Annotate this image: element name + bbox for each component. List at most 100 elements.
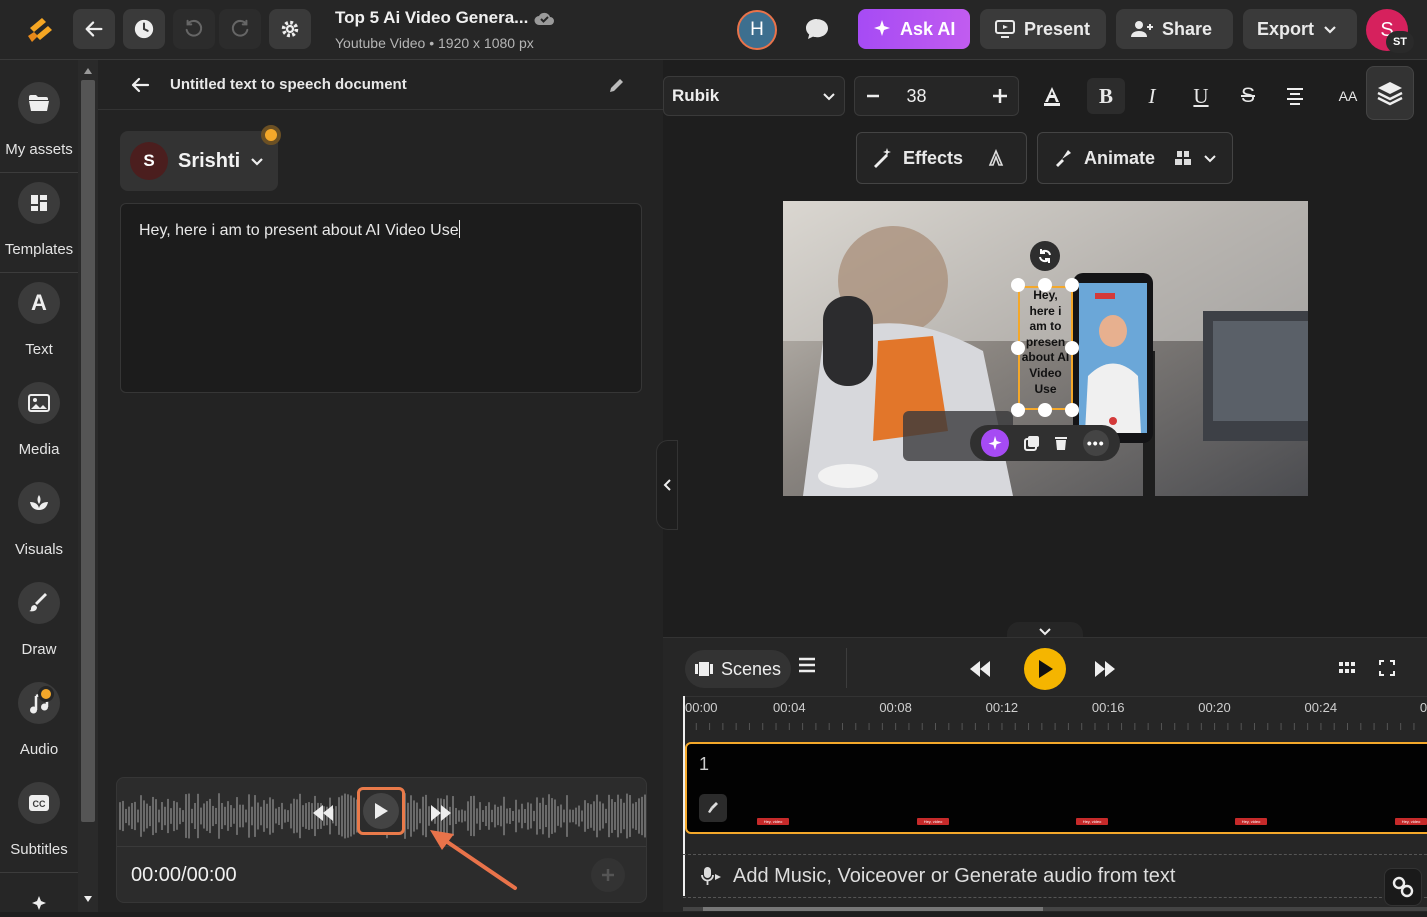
nav-templates[interactable]: Templates bbox=[0, 160, 78, 260]
align-button[interactable] bbox=[1276, 78, 1314, 114]
layers-button[interactable] bbox=[1366, 66, 1414, 120]
present-button[interactable]: Present bbox=[980, 9, 1106, 49]
waveform-bar bbox=[206, 801, 208, 831]
text-color-button[interactable] bbox=[1033, 78, 1071, 114]
voiceover-button[interactable] bbox=[699, 794, 727, 822]
history-button[interactable] bbox=[123, 9, 165, 49]
canvas-text-overlay[interactable]: Hey, here i am to presen about AI Video … bbox=[1020, 288, 1071, 408]
app-logo[interactable] bbox=[24, 14, 58, 48]
nav-draw[interactable]: Draw bbox=[0, 560, 78, 660]
underline-button[interactable]: U bbox=[1182, 78, 1220, 114]
connect-button[interactable] bbox=[1384, 868, 1422, 906]
edit-pencil-icon[interactable] bbox=[608, 76, 626, 99]
duplicate-icon[interactable] bbox=[1023, 435, 1040, 451]
font-family-select[interactable]: Rubik bbox=[663, 76, 845, 116]
resize-handle[interactable] bbox=[1065, 403, 1079, 417]
rewind-icon[interactable] bbox=[968, 660, 992, 683]
more-options-icon[interactable]: ••• bbox=[1082, 430, 1109, 456]
sparkle-icon bbox=[874, 20, 890, 36]
redo-button[interactable] bbox=[219, 9, 261, 49]
nav-visuals[interactable]: Visuals bbox=[0, 460, 78, 560]
ask-ai-button[interactable]: Ask AI bbox=[858, 9, 970, 49]
italic-button[interactable]: I bbox=[1133, 78, 1171, 114]
animate-button[interactable]: Animate bbox=[1037, 132, 1233, 184]
rotate-handle[interactable] bbox=[1030, 241, 1060, 271]
undo-button[interactable] bbox=[173, 9, 215, 49]
clip-text-marker[interactable]: Hey, video bbox=[1395, 818, 1427, 825]
main-play-button[interactable] bbox=[1024, 648, 1066, 690]
resize-handle[interactable] bbox=[1038, 278, 1052, 292]
settings-button[interactable] bbox=[269, 9, 311, 49]
clip-text-marker[interactable]: Hey, video bbox=[1235, 818, 1267, 825]
font-size-value[interactable]: 38 bbox=[906, 86, 926, 107]
resize-handle[interactable] bbox=[1038, 403, 1052, 417]
nav-my-assets[interactable]: My assets bbox=[0, 60, 78, 160]
effects-button[interactable]: Effects bbox=[856, 132, 1027, 184]
nav-text[interactable]: A Text bbox=[0, 260, 78, 360]
waveform-bar bbox=[128, 806, 130, 826]
add-audio-button[interactable] bbox=[591, 858, 625, 892]
waveform-bar bbox=[305, 803, 307, 829]
trash-icon[interactable] bbox=[1054, 435, 1068, 451]
minus-icon[interactable] bbox=[865, 88, 881, 104]
video-canvas[interactable]: Hey, here i am to presen about AI Video … bbox=[783, 201, 1308, 496]
scene-clip[interactable]: 1 Hey, video Hey, video Hey, video Hey, vid… bbox=[685, 742, 1427, 834]
scenes-button[interactable]: Scenes bbox=[685, 650, 791, 688]
strikethrough-button[interactable]: S bbox=[1229, 78, 1267, 114]
export-button[interactable]: Export bbox=[1243, 9, 1357, 49]
comment-icon[interactable] bbox=[803, 16, 831, 47]
nav-scroll-thumb[interactable] bbox=[81, 80, 95, 822]
waveform-bar bbox=[227, 801, 229, 831]
resize-handle[interactable] bbox=[1011, 403, 1025, 417]
waveform-bar bbox=[242, 804, 244, 828]
tts-play-button[interactable] bbox=[357, 787, 405, 835]
ai-magic-button[interactable] bbox=[981, 429, 1010, 457]
waveform-bar bbox=[149, 805, 151, 827]
font-size-stepper[interactable]: 38 bbox=[854, 76, 1019, 116]
clip-text-marker[interactable]: Hey, video bbox=[757, 818, 789, 825]
rotate-icon bbox=[1039, 249, 1051, 263]
tts-text-input[interactable]: Hey, here i am to present about AI Video… bbox=[120, 203, 642, 393]
nav-audio[interactable]: Audio bbox=[0, 660, 78, 760]
timeline-scroll-thumb[interactable] bbox=[703, 907, 1043, 911]
waveform-bar bbox=[161, 802, 163, 830]
nav-subtitles[interactable]: CC Subtitles bbox=[0, 760, 78, 860]
share-button[interactable]: Share bbox=[1116, 9, 1233, 49]
time-ruler[interactable]: 00:00 00:04 00:08 00:12 00:16 00:20 00:24 00 bbox=[683, 696, 1427, 732]
timeline-scrollbar[interactable] bbox=[683, 907, 1427, 911]
waveform-bar bbox=[635, 802, 637, 830]
rewind-icon[interactable] bbox=[311, 804, 335, 827]
fullscreen-icon[interactable] bbox=[1379, 660, 1395, 681]
resize-handle[interactable] bbox=[1065, 341, 1079, 355]
list-view-icon[interactable] bbox=[798, 657, 816, 678]
nav-label: Draw bbox=[21, 641, 57, 658]
document-title[interactable]: Top 5 Ai Video Genera... bbox=[335, 8, 528, 28]
more-tools-icon[interactable] bbox=[28, 892, 50, 917]
playback-controls bbox=[968, 646, 1118, 692]
back-arrow-icon[interactable] bbox=[130, 75, 150, 100]
fast-forward-icon[interactable] bbox=[1093, 660, 1117, 683]
nav-media[interactable]: Media bbox=[0, 360, 78, 460]
collapse-panel-button[interactable] bbox=[656, 440, 678, 530]
clip-text-marker[interactable]: Hey, video bbox=[917, 818, 949, 825]
resize-handle[interactable] bbox=[1011, 341, 1025, 355]
voice-selector[interactable]: S Srishti bbox=[120, 131, 278, 191]
waveform-bar bbox=[155, 799, 157, 833]
grid-view-icon[interactable] bbox=[1339, 661, 1355, 679]
collaborator-avatar[interactable]: H bbox=[737, 10, 777, 50]
clip-text-marker[interactable]: Hey, video bbox=[1076, 818, 1108, 825]
bold-button[interactable]: B bbox=[1087, 78, 1125, 114]
annotation-arrow bbox=[430, 830, 517, 890]
resize-handle[interactable] bbox=[1065, 278, 1079, 292]
waveform-bar bbox=[335, 806, 337, 826]
resize-handle[interactable] bbox=[1011, 278, 1025, 292]
voice-name: Srishti bbox=[178, 149, 241, 172]
waveform-bar bbox=[233, 808, 235, 824]
text-case-button[interactable]: AA bbox=[1329, 78, 1367, 114]
waveform-bar bbox=[596, 794, 598, 838]
back-button[interactable] bbox=[73, 9, 115, 49]
text-icon: A bbox=[18, 282, 60, 324]
plus-icon[interactable] bbox=[992, 88, 1008, 104]
clock-icon bbox=[134, 19, 154, 39]
add-audio-track[interactable]: Add Music, Voiceover or Generate audio f… bbox=[683, 854, 1427, 898]
